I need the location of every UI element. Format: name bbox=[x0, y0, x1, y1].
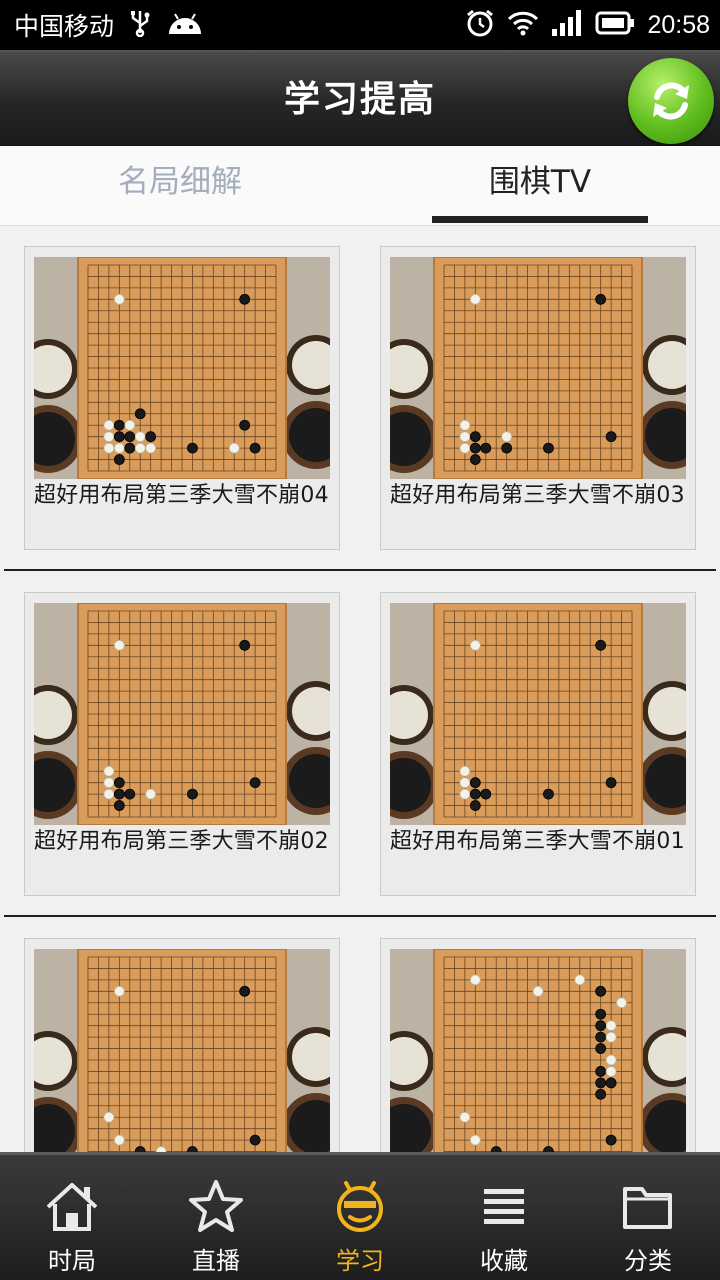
video-card[interactable]: 超好用布局第三季大雪不崩02 bbox=[24, 592, 340, 896]
video-thumbnail bbox=[390, 949, 686, 1156]
status-bar: 中国移动 20:58 bbox=[0, 0, 720, 50]
list-icon bbox=[484, 1189, 524, 1224]
grid-row bbox=[0, 928, 720, 1156]
folder-icon bbox=[623, 1187, 672, 1229]
video-card[interactable] bbox=[24, 938, 340, 1156]
video-thumbnail bbox=[34, 949, 330, 1156]
grid-row: 超好用布局第三季大雪不崩04 超好用布局第三季大雪不崩03 bbox=[0, 236, 720, 582]
alarm-icon bbox=[465, 8, 495, 42]
battery-icon bbox=[595, 11, 635, 39]
go-board-thumbnail bbox=[390, 949, 686, 1156]
smiley-icon bbox=[337, 1181, 383, 1232]
refresh-icon bbox=[653, 82, 689, 120]
refresh-button[interactable] bbox=[628, 58, 714, 144]
go-board-thumbnail bbox=[34, 257, 330, 479]
android-icon bbox=[166, 10, 204, 40]
nav-label: 直播 bbox=[192, 1247, 240, 1275]
grid-row: 超好用布局第三季大雪不崩02 超好用布局第三季大雪不崩01 bbox=[0, 582, 720, 928]
go-board-thumbnail bbox=[34, 603, 330, 825]
video-title: 超好用布局第三季大雪不崩02 bbox=[34, 829, 329, 854]
clock: 20:58 bbox=[647, 10, 710, 39]
signal-icon bbox=[551, 9, 583, 41]
video-title: 超好用布局第三季大雪不崩03 bbox=[390, 483, 685, 508]
video-title: 超好用布局第三季大雪不崩04 bbox=[34, 483, 329, 508]
video-thumbnail bbox=[390, 257, 686, 479]
video-card[interactable]: 超好用布局第三季大雪不崩03 bbox=[380, 246, 696, 550]
home-icon bbox=[46, 1183, 98, 1231]
row-divider bbox=[4, 915, 716, 917]
tab-selected-indicator bbox=[432, 216, 648, 223]
nav-label: 时局 bbox=[48, 1247, 96, 1275]
video-thumbnail bbox=[390, 603, 686, 825]
go-board-thumbnail bbox=[390, 257, 686, 479]
video-title: 超好用布局第三季大雪不崩01 bbox=[390, 829, 685, 854]
video-card[interactable]: 超好用布局第三季大雪不崩01 bbox=[380, 592, 696, 896]
tab-bar: 名局细解 围棋TV bbox=[0, 146, 720, 226]
nav-label: 学习 bbox=[336, 1247, 384, 1275]
nav-item-category[interactable]: 分类 bbox=[576, 1155, 720, 1280]
go-board-thumbnail bbox=[34, 949, 330, 1156]
nav-item-live[interactable]: 直播 bbox=[144, 1155, 288, 1280]
bottom-navigation: 时局 直播 学习 收藏 分类 bbox=[0, 1152, 720, 1280]
page-title: 学习提高 bbox=[283, 79, 436, 120]
video-card[interactable]: 超好用布局第三季大雪不崩04 bbox=[24, 246, 340, 550]
nav-label: 分类 bbox=[624, 1247, 672, 1275]
star-icon bbox=[189, 1180, 243, 1232]
title-bar: 学习提高 bbox=[0, 50, 720, 146]
tab-weiqi-tv[interactable]: 围棋TV bbox=[360, 146, 720, 226]
video-thumbnail bbox=[34, 257, 330, 479]
carrier-label: 中国移动 bbox=[14, 12, 115, 41]
row-divider bbox=[4, 569, 716, 571]
nav-item-favorites[interactable]: 收藏 bbox=[432, 1155, 576, 1280]
wifi-icon bbox=[507, 10, 539, 40]
nav-label: 收藏 bbox=[480, 1247, 528, 1275]
video-thumbnail bbox=[34, 603, 330, 825]
video-card[interactable] bbox=[380, 938, 696, 1156]
video-grid[interactable]: 超好用布局第三季大雪不崩04 超好用布局第三季大雪不崩03 超好用布局第三季大雪… bbox=[0, 236, 720, 1156]
tab-famous-games[interactable]: 名局细解 bbox=[0, 146, 360, 226]
nav-item-study[interactable]: 学习 bbox=[288, 1155, 432, 1280]
go-board-thumbnail bbox=[390, 603, 686, 825]
usb-icon bbox=[128, 9, 152, 41]
nav-item-current[interactable]: 时局 bbox=[0, 1155, 144, 1280]
